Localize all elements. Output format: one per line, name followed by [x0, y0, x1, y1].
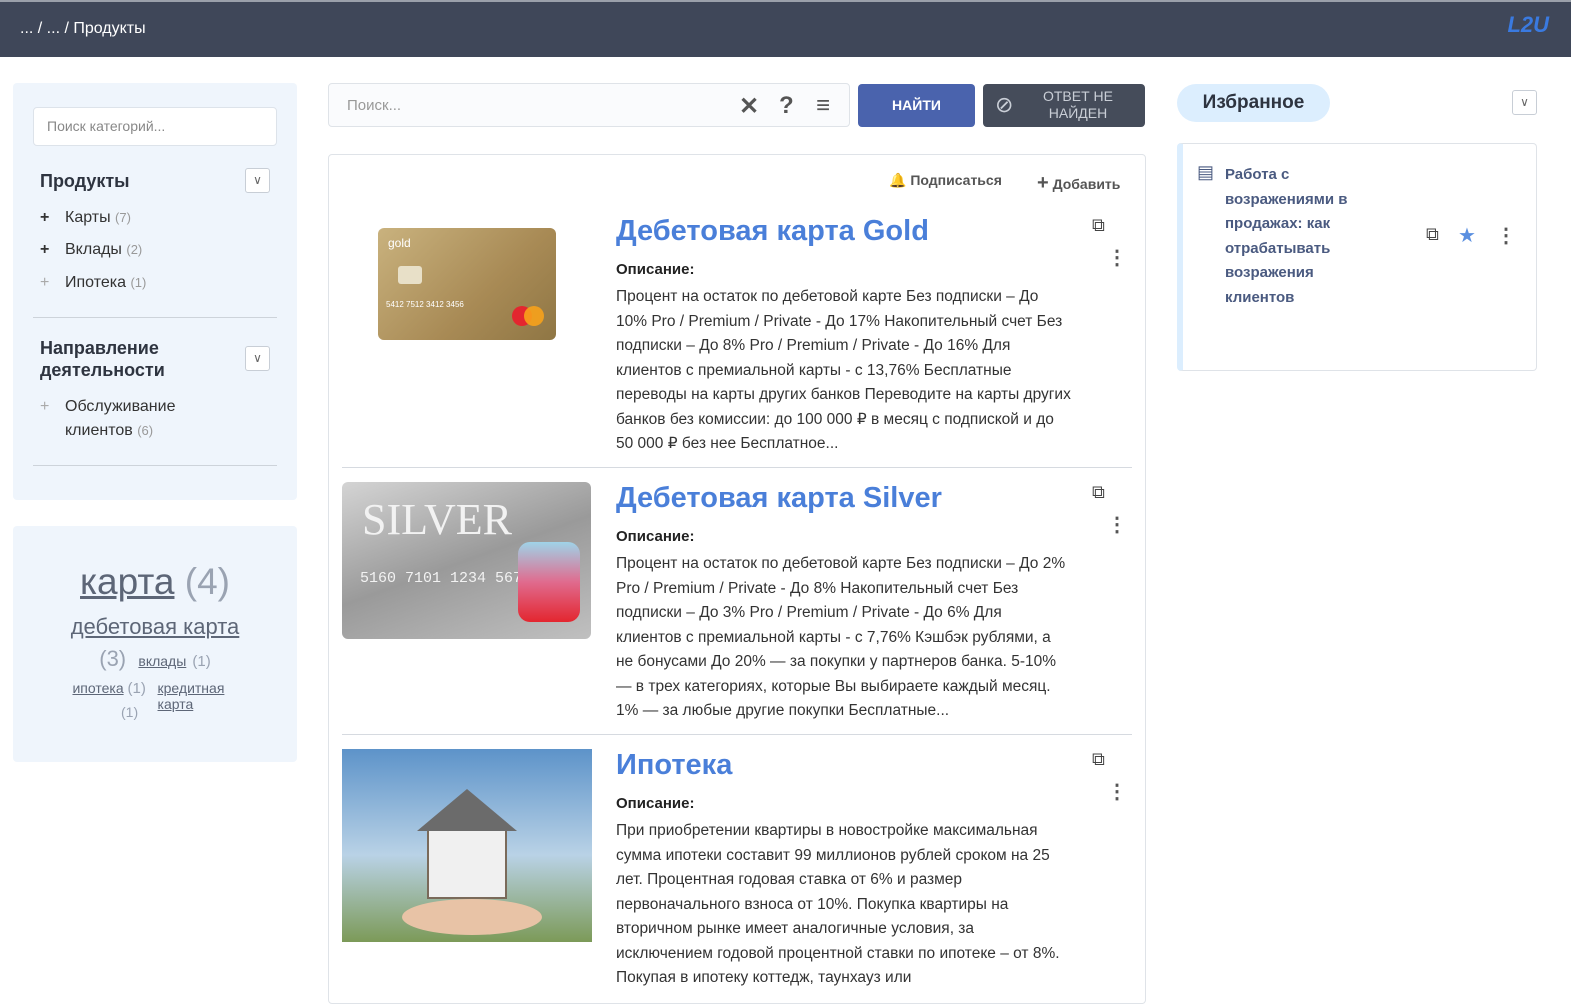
chevron-down-icon[interactable]: ∨ — [245, 346, 270, 371]
favorite-link[interactable]: Работа с возражениями в продажах: как от… — [1225, 163, 1365, 310]
house-in-hand-image — [342, 749, 592, 942]
chevron-down-icon[interactable]: ∨ — [1512, 90, 1537, 115]
logo: L2U — [1507, 12, 1549, 37]
tag-link[interactable]: ипотека — [72, 680, 123, 696]
document-icon: ▤ — [1197, 162, 1215, 182]
divider — [33, 465, 277, 466]
more-options-icon[interactable]: ⋮ — [1496, 223, 1516, 248]
result-description: Процент на остаток по дебетовой карте Бе… — [616, 288, 1071, 452]
more-options-icon[interactable]: ⋮ — [1107, 512, 1127, 537]
bell-icon: 🔔 — [889, 172, 907, 188]
plus-icon: + — [40, 241, 50, 258]
block-icon: ⊘ — [995, 92, 1014, 117]
favorite-item: ▤ Работа с возражениями в продажах: как … — [1177, 143, 1537, 371]
plus-icon: + — [40, 209, 50, 226]
gold-card-image: gold 5412 7512 3412 3456 — [378, 228, 556, 340]
category-item[interactable]: + Вклады (2) — [40, 238, 142, 262]
menu-icon[interactable]: ≡ — [816, 92, 830, 120]
find-button[interactable]: НАЙТИ — [858, 84, 975, 127]
result-title[interactable]: Ипотека — [616, 749, 732, 782]
answer-not-found-button[interactable]: ⊘ ОТВЕТ НЕ НАЙДЕН — [983, 84, 1145, 127]
category-item[interactable]: + Карты (7) — [40, 206, 131, 230]
add-button[interactable]: + Добавить — [1037, 172, 1120, 195]
help-icon[interactable]: ? — [779, 92, 794, 120]
section-title-direction: Направление деятельности — [40, 338, 165, 380]
result-description: Процент на остаток по дебетовой карте Бе… — [616, 555, 1066, 719]
tag-link[interactable]: карта — [80, 561, 174, 602]
divider — [33, 317, 277, 318]
section-title-products: Продукты — [40, 171, 130, 191]
subscribe-button[interactable]: 🔔 Подписаться — [889, 172, 1002, 189]
search-input[interactable]: Поиск... ✕ ? ≡ — [328, 83, 850, 127]
tag-cloud: карта (4) дебетовая карта (3) вклады (1)… — [13, 526, 297, 762]
result-description: При приобретении квартиры в новостройке … — [616, 822, 1060, 986]
external-link-icon[interactable]: ⧉ — [1426, 224, 1439, 245]
external-link-icon[interactable]: ⧉ — [1092, 215, 1105, 236]
more-options-icon[interactable]: ⋮ — [1107, 245, 1127, 270]
chevron-down-icon[interactable]: ∨ — [245, 168, 270, 193]
category-item[interactable]: + Ипотека (1) — [40, 271, 146, 295]
category-panel: Поиск категорий... Продукты ∨ + Карты (7)… — [13, 83, 297, 500]
result-title[interactable]: Дебетовая карта Silver — [616, 482, 942, 515]
more-options-icon[interactable]: ⋮ — [1107, 779, 1127, 804]
tag-link[interactable]: кредитная карта — [158, 680, 238, 712]
external-link-icon[interactable]: ⧉ — [1092, 482, 1105, 503]
plus-icon: + — [1037, 172, 1049, 194]
tag-link[interactable]: дебетовая карта — [71, 614, 240, 639]
favorites-tab[interactable]: Избранное — [1177, 84, 1330, 122]
divider — [342, 467, 1132, 468]
external-link-icon[interactable]: ⧉ — [1092, 749, 1105, 770]
divider — [342, 734, 1132, 735]
clear-icon[interactable]: ✕ — [739, 92, 759, 121]
results-panel: 🔔 Подписаться + Добавить gold 5412 7512 … — [328, 154, 1146, 1004]
category-item[interactable]: + Обслуживание клиентов (6) — [40, 395, 195, 443]
silver-card-image: SILVER 5160 7101 1234 5678 — [342, 482, 591, 639]
star-icon[interactable]: ★ — [1458, 223, 1476, 248]
result-title[interactable]: Дебетовая карта Gold — [616, 215, 929, 248]
plus-icon: + — [40, 274, 50, 291]
tag-link[interactable]: вклады — [138, 653, 186, 669]
breadcrumb[interactable]: ... / ... / Продукты — [20, 20, 146, 38]
plus-icon: + — [40, 398, 50, 415]
top-bar: ... / ... / Продукты L2U — [0, 0, 1571, 57]
category-search-input[interactable]: Поиск категорий... — [33, 107, 277, 146]
